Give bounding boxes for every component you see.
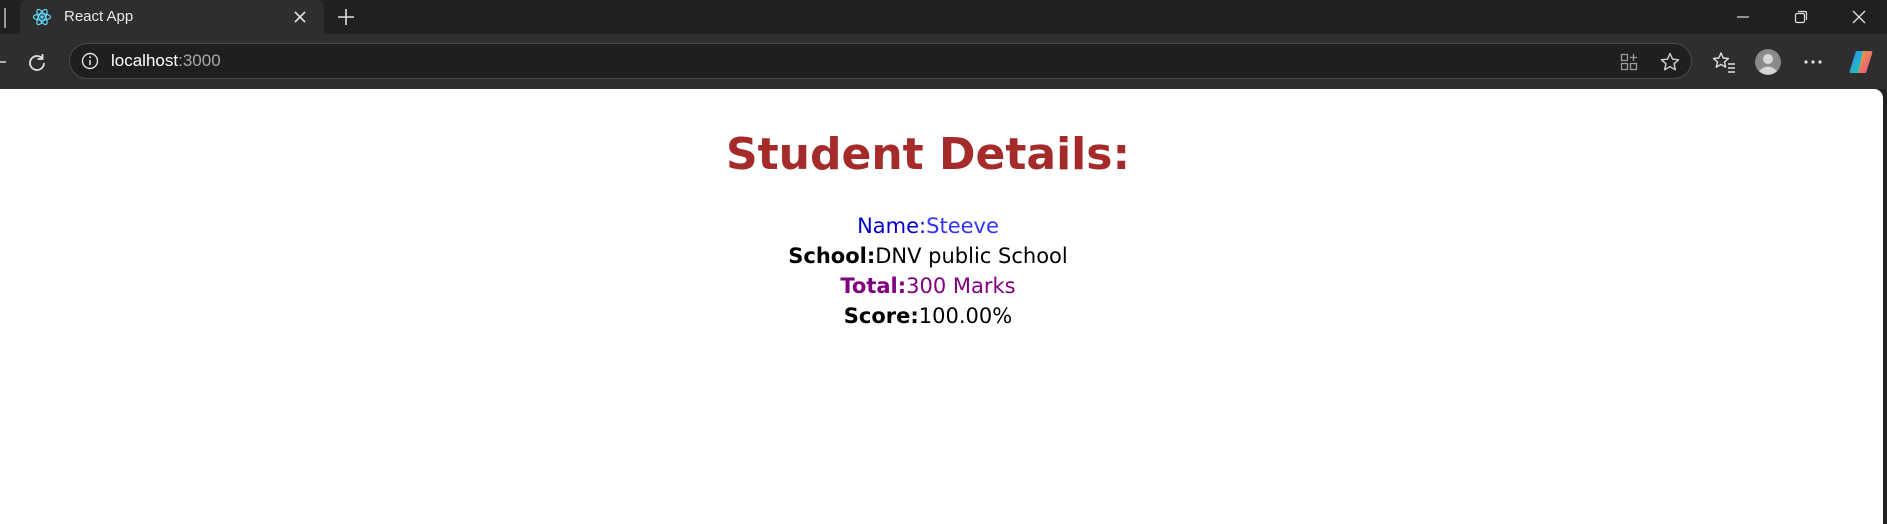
name-value: Steeve xyxy=(926,214,999,238)
new-tab-icon[interactable] xyxy=(335,6,357,28)
score-value: 100.00% xyxy=(918,304,1013,328)
close-icon xyxy=(1852,10,1866,24)
student-details-card: Student Details: Name:Steeve School:DNV … xyxy=(0,89,1856,331)
minimize-button[interactable] xyxy=(1715,0,1771,34)
school-value: DNV public School xyxy=(875,244,1068,268)
score-label: Score: xyxy=(843,304,919,328)
previous-tab-edge[interactable] xyxy=(0,8,6,28)
profile-avatar-icon[interactable] xyxy=(1754,48,1782,76)
name-row: Name:Steeve xyxy=(0,211,1856,241)
copilot-icon[interactable] xyxy=(1847,48,1875,76)
total-label: Total: xyxy=(840,274,907,298)
tab-strip: React App xyxy=(0,0,1887,34)
minimize-icon xyxy=(1737,16,1749,18)
react-logo-icon xyxy=(32,8,52,26)
url-port: :3000 xyxy=(178,51,221,70)
site-info-icon[interactable] xyxy=(80,51,100,71)
address-bar[interactable]: localhost:3000 xyxy=(69,43,1692,79)
url-host: localhost xyxy=(111,51,179,70)
browser-toolbar: localhost:3000 xyxy=(0,34,1887,89)
close-window-button[interactable] xyxy=(1831,0,1887,34)
back-arrow-icon[interactable] xyxy=(0,52,8,72)
name-label: Name: xyxy=(857,214,927,238)
url-text[interactable]: localhost:3000 xyxy=(111,51,221,71)
refresh-icon[interactable] xyxy=(25,51,49,75)
school-label: School: xyxy=(788,244,876,268)
restore-button[interactable] xyxy=(1773,0,1829,34)
total-row: Total:300 Marks xyxy=(0,271,1856,301)
score-row: Score:100.00% xyxy=(0,301,1856,331)
favorites-icon[interactable] xyxy=(1711,49,1737,75)
total-value: 300 Marks xyxy=(906,274,1016,298)
tab-close-icon[interactable] xyxy=(292,9,308,25)
details-list: Name:Steeve School:DNV public School Tot… xyxy=(0,211,1856,331)
active-tab[interactable]: React App xyxy=(20,0,324,34)
more-options-icon[interactable] xyxy=(1800,49,1826,75)
school-row: School:DNV public School xyxy=(0,241,1856,271)
app-available-icon[interactable] xyxy=(1619,52,1639,72)
restore-icon xyxy=(1794,10,1808,24)
favorite-star-icon[interactable] xyxy=(1659,51,1681,73)
page-viewport: Student Details: Name:Steeve School:DNV … xyxy=(0,89,1883,524)
tab-title: React App xyxy=(64,8,134,25)
page-title: Student Details: xyxy=(725,129,1131,180)
